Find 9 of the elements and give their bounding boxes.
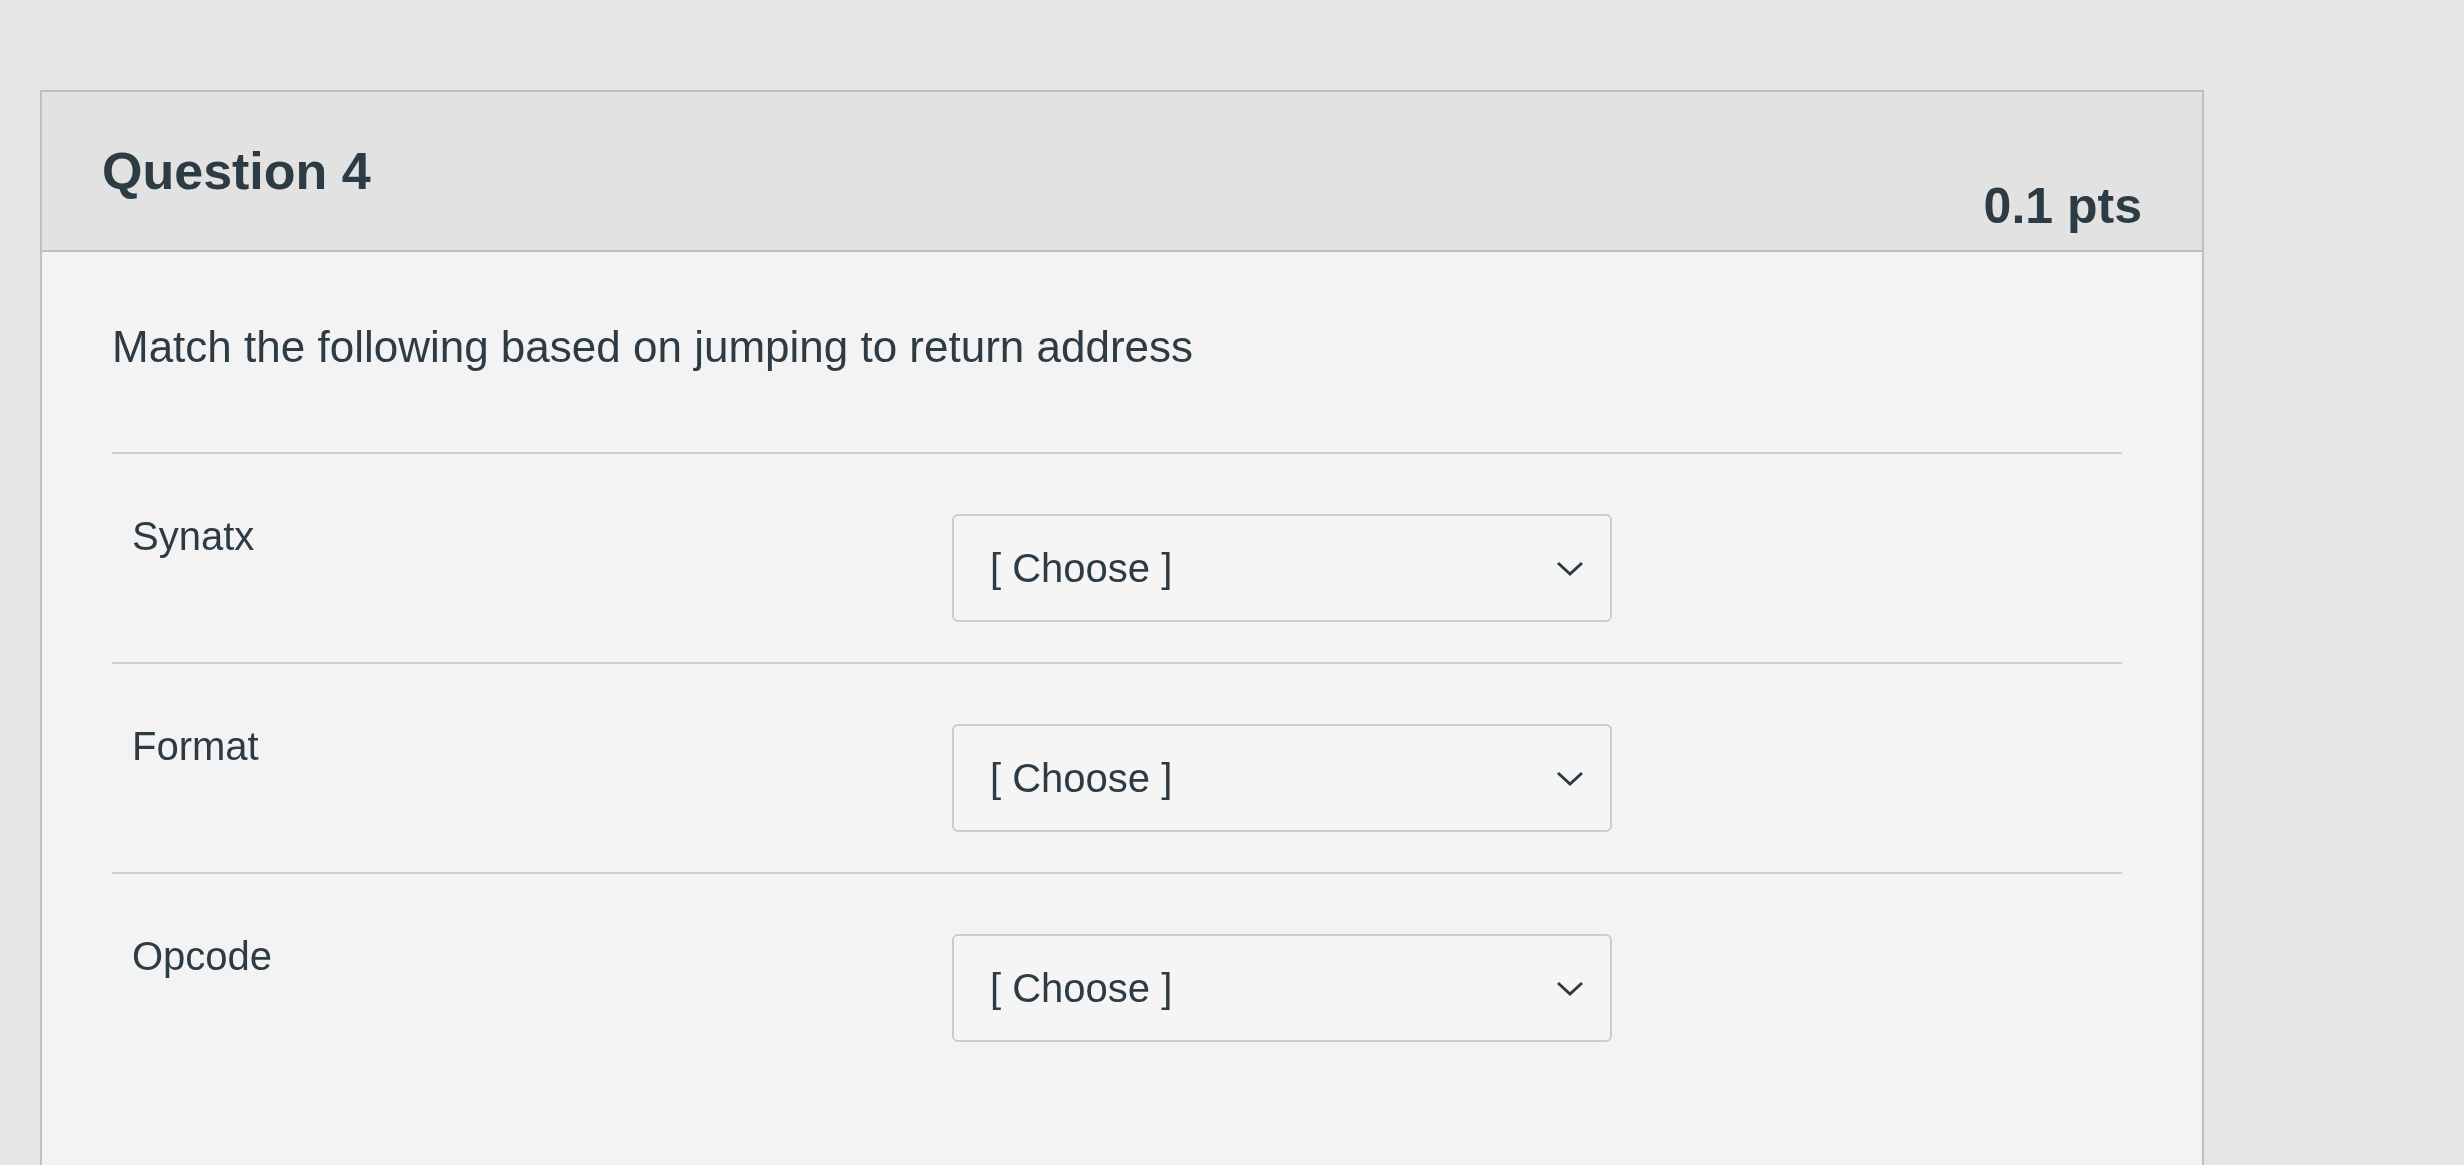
match-label: Format (132, 724, 260, 769)
question-prompt: Match the following based on jumping to return address (112, 322, 1195, 372)
match-label: Opcode (132, 934, 274, 979)
choose-dropdown[interactable]: [ Choose ] (952, 934, 1612, 1042)
choose-dropdown[interactable]: [ Choose ] (952, 724, 1612, 832)
choose-dropdown[interactable]: [ Choose ] (952, 514, 1612, 622)
match-label: Synatx (132, 514, 256, 559)
question-title: Question 4 (102, 141, 371, 201)
points-label: 0.1 pts (1983, 177, 2142, 235)
